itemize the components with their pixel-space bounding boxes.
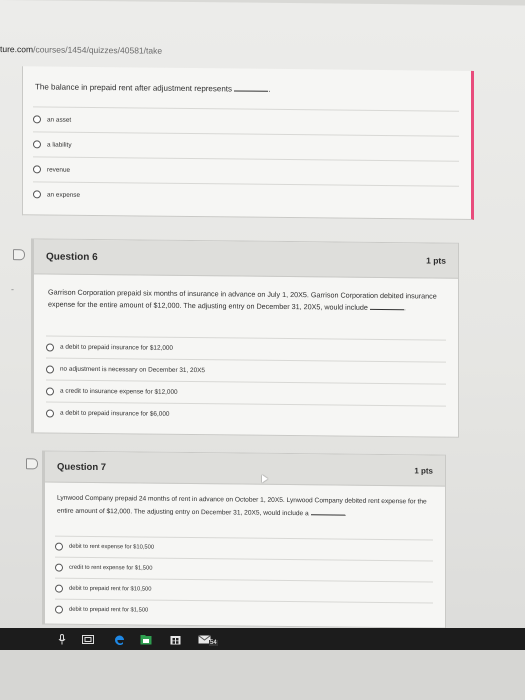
- answer-option[interactable]: a debit to prepaid insurance for $6,000: [46, 401, 446, 428]
- answer-label: a debit to prepaid insurance for $12,000: [60, 343, 173, 352]
- radio-button[interactable]: [33, 140, 41, 149]
- dash-mark: -: [11, 284, 14, 295]
- radio-button[interactable]: [33, 190, 41, 199]
- question-6-text: Garrison Corporation prepaid six months …: [48, 287, 437, 313]
- question-5-card: The balance in prepaid rent after adjust…: [22, 66, 474, 220]
- answer-label: revenue: [47, 165, 71, 174]
- store-icon[interactable]: [170, 634, 181, 645]
- answer-label: an expense: [47, 190, 81, 199]
- flag-question-6-icon[interactable]: [13, 249, 25, 261]
- question-title: Question 7: [57, 461, 107, 473]
- question-7-card: Question 7 1 pts Lynwood Company prepaid…: [42, 450, 446, 629]
- answer-label: debit to prepaid rent for $10,500: [69, 585, 152, 593]
- radio-button[interactable]: [55, 542, 63, 551]
- answer-option[interactable]: debit to prepaid rent for $1,500: [55, 598, 433, 624]
- question-6-card: Question 6 1 pts Garrison Corporation pr…: [31, 238, 459, 438]
- device-bezel: [0, 650, 525, 700]
- radio-button[interactable]: [33, 115, 41, 124]
- url-path: /courses/1454/quizzes/40581/take: [33, 44, 163, 56]
- edge-icon[interactable]: [114, 634, 125, 645]
- radio-button[interactable]: [46, 386, 54, 396]
- radio-button[interactable]: [46, 342, 54, 352]
- answer-label: debit to rent expense for $10,500: [69, 543, 155, 551]
- answer-label: credit to rent expense for $1,500: [69, 564, 153, 572]
- flag-question-7-icon[interactable]: [26, 458, 38, 470]
- answer-blank: [369, 300, 404, 311]
- notification-badge: 54: [209, 640, 218, 646]
- radio-button[interactable]: [46, 364, 54, 374]
- task-view-icon[interactable]: [82, 634, 94, 645]
- mouse-cursor-icon: [262, 474, 268, 483]
- question-points: 1 pts: [414, 465, 433, 476]
- file-explorer-icon[interactable]: [140, 634, 152, 645]
- question-5-text: The balance in prepaid rent after adjust…: [35, 82, 271, 94]
- microphone-icon[interactable]: [58, 634, 66, 645]
- radio-button[interactable]: [55, 605, 63, 614]
- answer-blank: [310, 506, 345, 516]
- answer-label: debit to prepaid rent for $1,500: [69, 606, 149, 614]
- radio-button[interactable]: [55, 584, 63, 593]
- radio-button[interactable]: [46, 408, 54, 418]
- answer-label: a liability: [47, 140, 72, 149]
- question-title: Question 6: [46, 250, 98, 263]
- answer-option[interactable]: an expense: [33, 181, 459, 211]
- answer-label: an asset: [47, 115, 72, 124]
- browser-viewport: ture.com/courses/1454/quizzes/40581/take…: [0, 0, 525, 646]
- radio-button[interactable]: [33, 165, 41, 174]
- answer-label: a debit to prepaid insurance for $6,000: [60, 409, 170, 418]
- question-7-text: Lynwood Company prepaid 24 months of ren…: [57, 494, 427, 518]
- answer-blank: [234, 82, 269, 92]
- answer-label: no adjustment is necessary on December 3…: [60, 365, 205, 375]
- url-host: ture.com: [0, 44, 34, 55]
- question-points: 1 pts: [426, 255, 446, 266]
- answer-label: a credit to insurance expense for $12,00…: [60, 387, 178, 396]
- radio-button[interactable]: [55, 563, 63, 572]
- address-bar[interactable]: ture.com/courses/1454/quizzes/40581/take: [0, 44, 162, 56]
- taskbar: 54: [0, 628, 525, 650]
